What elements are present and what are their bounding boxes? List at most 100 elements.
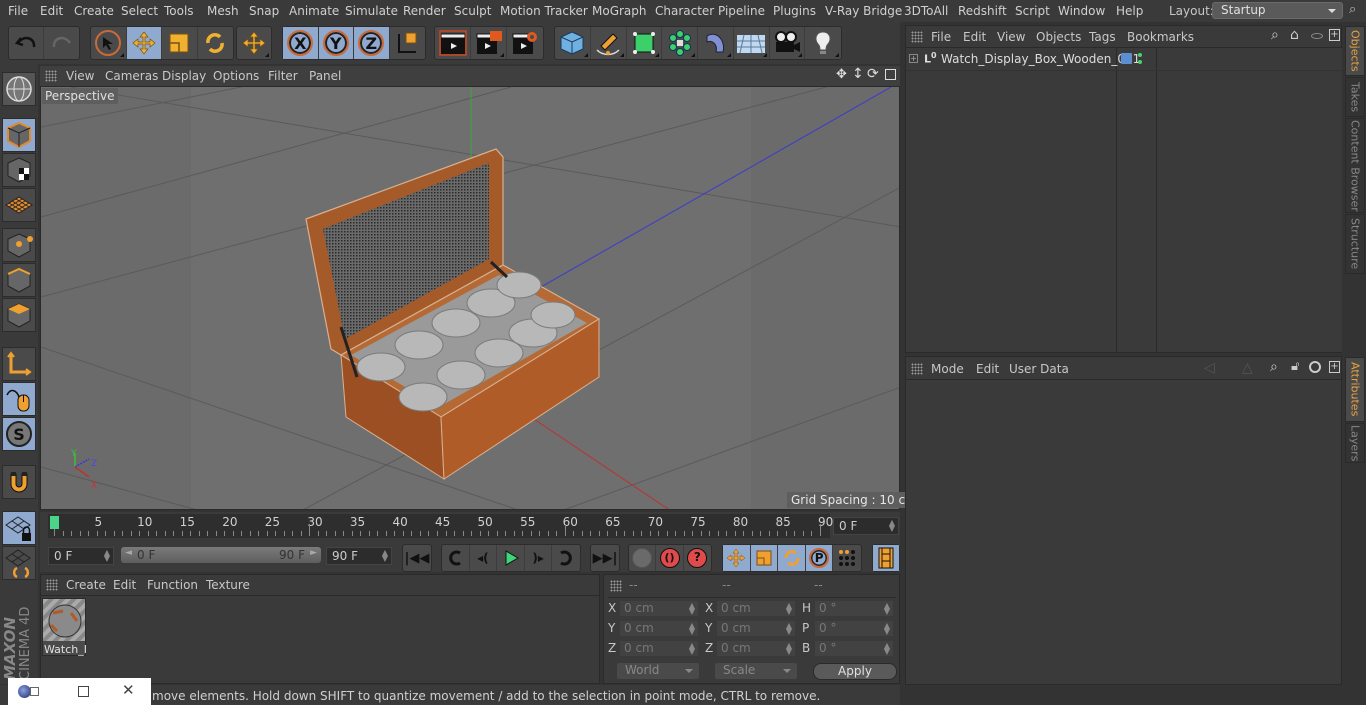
workplane-align-button[interactable] [2,546,36,580]
next-key-button[interactable] [552,545,580,571]
spinner-icon[interactable]: ▲ ▼ [786,602,792,616]
dolly-view-icon[interactable]: ↕ [852,66,864,82]
menu-snap[interactable]: Snap [249,4,279,18]
end-frame-field[interactable]: 90 F ▲ ▼ [326,547,392,565]
timeline-ruler[interactable]: 051015202530354045505560657075808590 [48,514,833,538]
tab-content-browser[interactable]: Content Browser [1345,118,1365,213]
menu-create[interactable]: Create [74,4,114,18]
cloner-button[interactable] [662,27,698,59]
menu-3dtoall[interactable]: 3DToAll [904,4,948,18]
solo-button[interactable]: S [2,417,36,451]
panel-grip-icon[interactable] [610,580,622,592]
up-arrow-icon[interactable]: △ [1242,360,1253,376]
tab-structure[interactable]: Structure [1345,214,1365,274]
playhead[interactable] [50,516,59,529]
viewport-menu-display[interactable]: Display [162,69,206,83]
previous-key-button[interactable] [442,545,470,571]
live-selection-tool[interactable] [91,27,127,59]
coord-field[interactable]: 0 cm ▲ ▼ [716,640,796,657]
render-to-picture-viewer-button[interactable] [471,27,507,59]
new-panel-icon[interactable]: + [1329,361,1340,373]
menu-plugins[interactable]: Plugins [773,4,816,18]
back-arrow-icon[interactable]: ◁ [1204,360,1215,376]
tab-objects[interactable]: Objects [1345,26,1365,76]
light-button[interactable] [805,27,841,59]
range-slider[interactable]: ◄ 0 F 90 F ► [121,547,321,563]
material-menu-function[interactable]: Function [147,578,198,592]
menu-help[interactable]: Help [1116,4,1143,18]
object-row[interactable]: + L0 Watch_Display_Box_Wooden_001 [906,50,1342,70]
spinner-icon[interactable]: ▲ ▼ [884,602,890,616]
menu-sculpt[interactable]: Sculpt [454,4,491,18]
panel-grip-icon[interactable] [46,579,58,591]
workplane-lock-button[interactable] [2,511,36,545]
spinner-icon[interactable]: ▲ ▼ [786,642,792,656]
texture-mode-button[interactable] [2,153,36,187]
menu-motion-tracker[interactable]: Motion Tracker [500,4,588,18]
viewport-menu-cameras[interactable]: Cameras [105,69,158,83]
menu-mograph[interactable]: MoGraph [592,4,647,18]
object-menu-tags[interactable]: Tags [1089,30,1116,44]
attribute-menu-user-data[interactable]: User Data [1009,362,1069,376]
object-menu-edit[interactable]: Edit [963,30,986,44]
viewport-menu-options[interactable]: Options [213,69,259,83]
transform-tool[interactable] [237,27,271,59]
rotate-tool[interactable] [198,27,233,59]
coord-field[interactable]: 0 cm ▲ ▼ [619,640,699,657]
record-active-objects-button[interactable] [629,545,657,571]
spinner-icon[interactable]: ▲ ▼ [884,642,890,656]
camera-button[interactable] [770,27,806,59]
object-menu-file[interactable]: File [931,30,951,44]
y-axis-lock[interactable]: Y [318,27,354,59]
home-icon[interactable]: ⌂ [1290,27,1299,43]
subdivision-surface-button[interactable] [627,27,663,59]
restore-icon[interactable] [30,687,39,696]
maximize-button[interactable] [78,686,89,697]
menu-file[interactable]: File [8,4,28,18]
eye-icon[interactable] [1311,33,1323,39]
z-axis-lock[interactable]: Z [354,27,390,59]
panel-grip-icon[interactable] [45,70,57,82]
apply-button[interactable]: Apply [813,663,897,680]
add-cube-button[interactable] [555,27,591,59]
undo-button[interactable] [9,27,45,59]
coordinate-system-button[interactable] [390,27,425,59]
spinner-icon[interactable]: ▲ ▼ [382,549,388,563]
pen-spline-button[interactable] [591,27,627,59]
coord-field[interactable]: 0 ° ▲ ▼ [814,620,894,637]
tweak-mode-button[interactable] [2,382,36,416]
move-tool[interactable] [126,27,162,59]
material-menu-texture[interactable]: Texture [206,578,250,592]
edges-mode-button[interactable] [2,263,36,297]
coordinate-mode-dropdown[interactable]: World [617,663,699,679]
spinner-icon[interactable]: ▲ ▼ [889,519,895,533]
play-button[interactable] [497,545,525,571]
menu-mesh[interactable]: Mesh [207,4,239,18]
tab-takes[interactable]: Takes [1345,77,1365,117]
render-settings-button[interactable] [507,27,543,59]
coord-field[interactable]: 0 ° ▲ ▼ [814,640,894,657]
axis-mode-button[interactable] [2,347,36,381]
target-icon[interactable] [1309,361,1321,373]
scale-tool[interactable] [162,27,198,59]
layout-dropdown[interactable]: Startup [1212,2,1343,19]
panel-grip-icon[interactable] [911,363,923,375]
material-menu-edit[interactable]: Edit [113,578,136,592]
coord-field[interactable]: 0 cm ▲ ▼ [716,600,796,617]
range-left-arrow-icon[interactable]: ◄ [125,548,132,558]
search-icon[interactable]: ⌕ [1271,27,1279,43]
menu-pipeline[interactable]: Pipeline [718,4,765,18]
menu-simulate[interactable]: Simulate [345,4,398,18]
current-frame-field[interactable]: 0 F ▲ ▼ [833,517,899,535]
expand-icon[interactable]: + [909,54,918,63]
start-frame-field[interactable]: 0 F ▲ ▼ [48,547,114,565]
spinner-icon[interactable]: ▲ ▼ [689,622,695,636]
object-menu-view[interactable]: View [997,30,1025,44]
render-visibility-dot[interactable] [1138,60,1142,64]
make-editable-button[interactable] [2,72,36,106]
editor-visibility-dot[interactable] [1138,53,1142,57]
spinner-icon[interactable]: ▲ ▼ [884,622,890,636]
point-level-animation-button[interactable] [833,545,861,571]
spinner-icon[interactable]: ▲ ▼ [104,549,110,563]
floor-button[interactable] [734,27,770,59]
